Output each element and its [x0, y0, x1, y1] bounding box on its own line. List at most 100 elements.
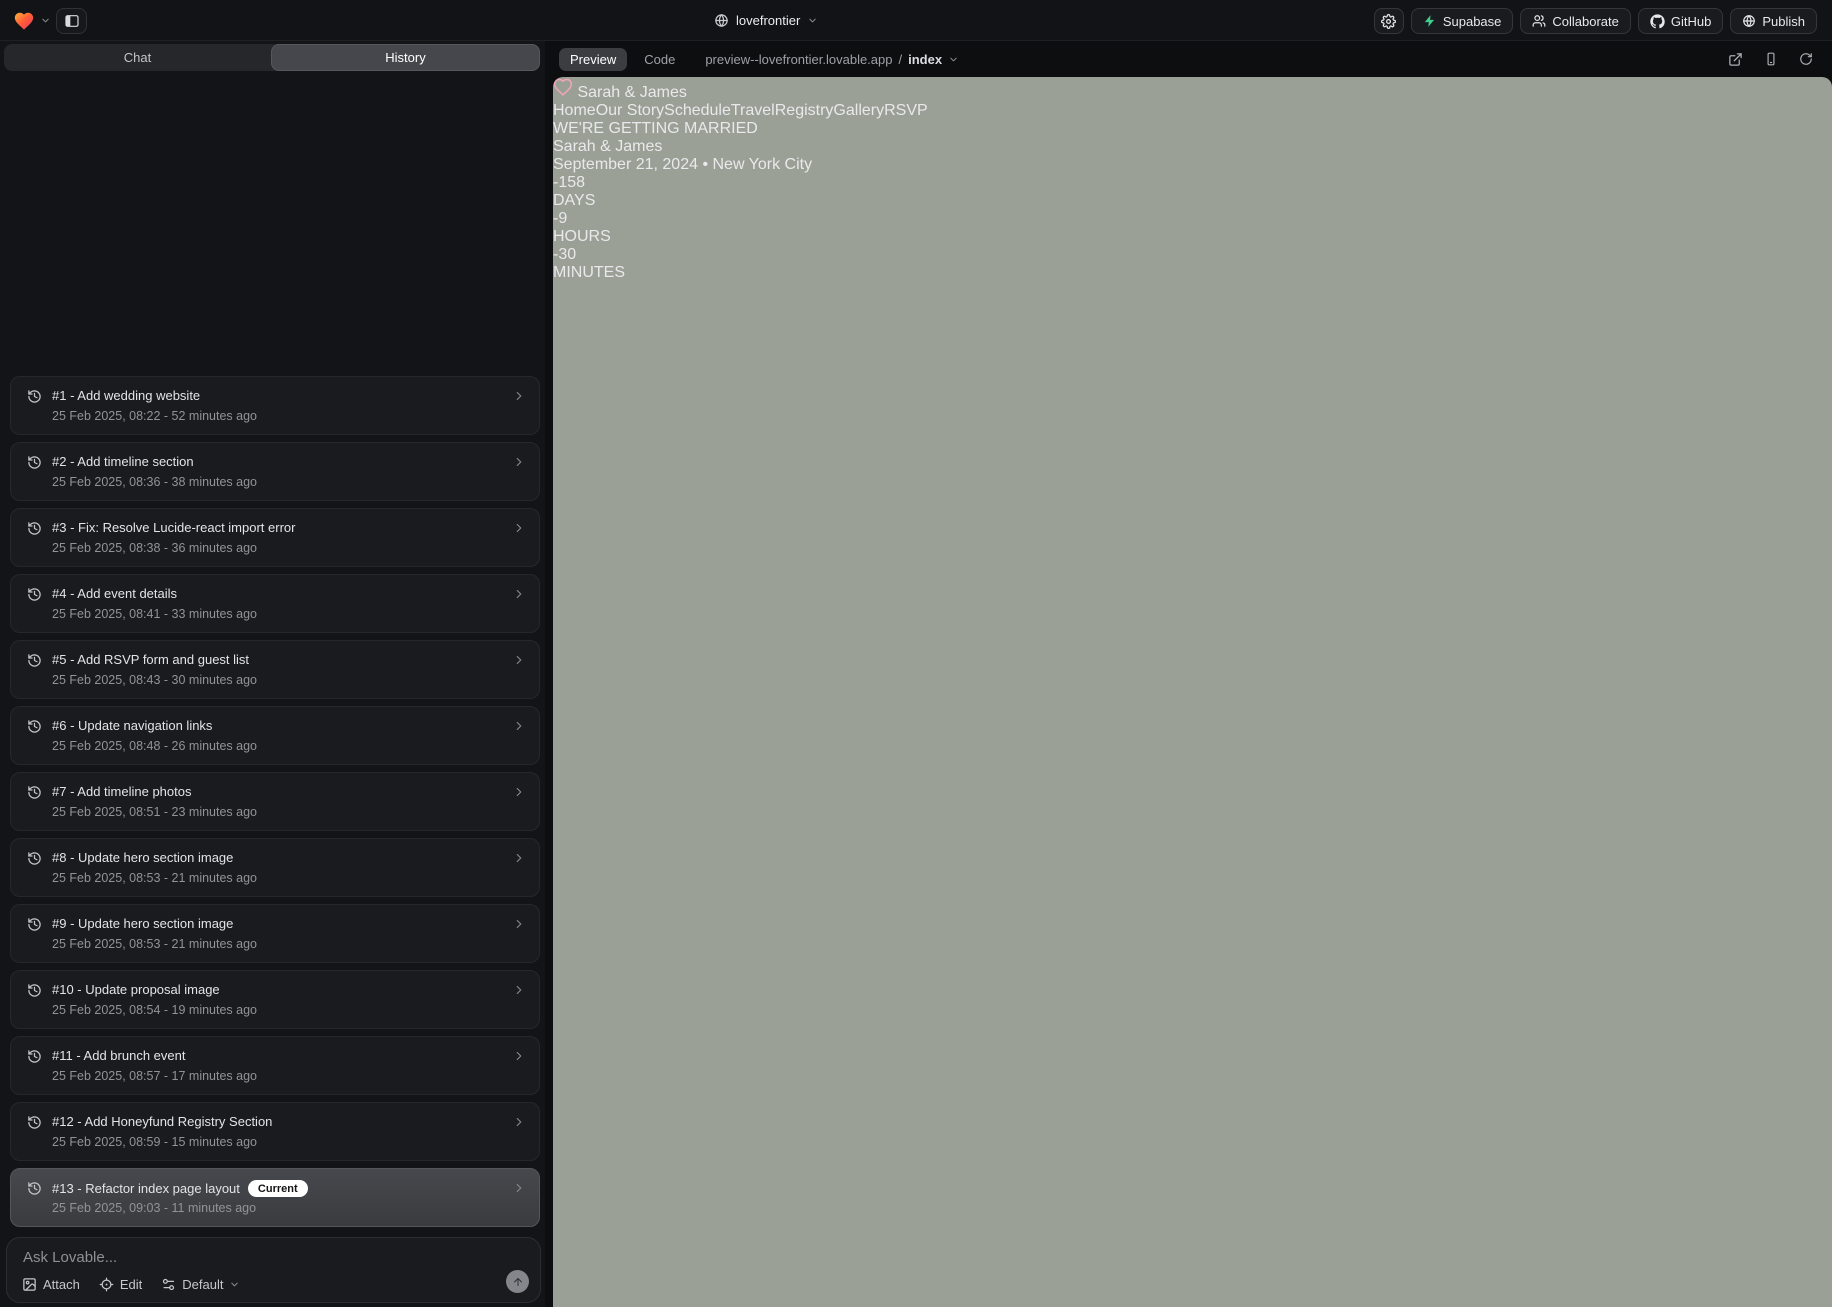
history-item[interactable]: #12 - Add Honeyfund Registry Section 25 … — [10, 1102, 540, 1161]
history-item-title: #2 - Add timeline section — [52, 454, 194, 469]
supabase-bolt-icon — [1423, 14, 1437, 28]
lovable-heart-logo[interactable] — [13, 10, 35, 32]
mode-select[interactable]: Default — [161, 1277, 240, 1292]
history-item[interactable]: #13 - Refactor index page layout Current… — [10, 1168, 540, 1227]
history-item[interactable]: #6 - Update navigation links 25 Feb 2025… — [10, 706, 540, 765]
history-item-time: 25 Feb 2025, 08:53 - 21 minutes ago — [52, 871, 257, 885]
history-icon — [27, 983, 42, 998]
history-item-title-row: #11 - Add brunch event — [52, 1048, 185, 1063]
top-bar: lovefrontier Supabase Collaborate GitHub… — [0, 0, 1832, 41]
external-link-icon[interactable] — [1728, 52, 1743, 67]
chevron-right-icon — [512, 1115, 526, 1129]
history-item-time: 25 Feb 2025, 08:53 - 21 minutes ago — [52, 937, 257, 951]
supabase-button[interactable]: Supabase — [1411, 8, 1514, 34]
panel-left-icon — [64, 13, 80, 29]
globe-icon — [1742, 14, 1756, 28]
history-item[interactable]: #9 - Update hero section image 25 Feb 20… — [10, 904, 540, 963]
tab-history[interactable]: History — [271, 44, 540, 71]
history-icon — [27, 1115, 42, 1130]
chat-input[interactable]: Ask Lovable... — [23, 1249, 117, 1266]
history-list: #1 - Add wedding website 25 Feb 2025, 08… — [10, 376, 540, 1234]
tab-preview[interactable]: Preview — [559, 48, 627, 71]
project-switcher[interactable]: lovefrontier — [714, 0, 818, 41]
tab-chat[interactable]: Chat — [4, 44, 271, 71]
lovable-logo-group[interactable] — [13, 0, 51, 41]
chat-composer[interactable]: Ask Lovable... Attach Edit Default — [6, 1237, 541, 1303]
settings-sliders-icon — [161, 1277, 176, 1292]
history-item[interactable]: #8 - Update hero section image 25 Feb 20… — [10, 838, 540, 897]
history-item-title: #12 - Add Honeyfund Registry Section — [52, 1114, 272, 1129]
preview-url[interactable]: preview--lovefrontier.lovable.app / inde… — [705, 52, 959, 67]
attach-button[interactable]: Attach — [22, 1277, 80, 1292]
arrow-up-icon — [512, 1276, 524, 1288]
image-icon — [22, 1277, 37, 1292]
preview-viewport: Sarah & James HomeOur StoryScheduleTrave… — [553, 77, 1832, 1307]
history-item-title: #1 - Add wedding website — [52, 388, 200, 403]
history-item[interactable]: #4 - Add event details 25 Feb 2025, 08:4… — [10, 574, 540, 633]
preview-url-separator: / — [898, 52, 902, 67]
settings-button[interactable] — [1374, 8, 1404, 34]
history-item-time: 25 Feb 2025, 08:38 - 36 minutes ago — [52, 541, 257, 555]
history-item-title: #8 - Update hero section image — [52, 850, 233, 865]
edit-button[interactable]: Edit — [99, 1277, 142, 1292]
history-item[interactable]: #7 - Add timeline photos 25 Feb 2025, 08… — [10, 772, 540, 831]
preview-url-host: preview--lovefrontier.lovable.app — [705, 52, 892, 67]
history-item-time: 25 Feb 2025, 08:43 - 30 minutes ago — [52, 673, 257, 687]
history-item-time: 25 Feb 2025, 08:51 - 23 minutes ago — [52, 805, 257, 819]
sidebar-toggle-button[interactable] — [56, 8, 87, 34]
chevron-down-icon — [948, 54, 959, 65]
history-item[interactable]: #11 - Add brunch event 25 Feb 2025, 08:5… — [10, 1036, 540, 1095]
history-item-title-row: #5 - Add RSVP form and guest list — [52, 652, 249, 667]
chevron-right-icon — [512, 1049, 526, 1063]
history-item-title-row: #13 - Refactor index page layout Current — [52, 1180, 308, 1197]
topbar-actions: Supabase Collaborate GitHub Publish — [1374, 8, 1817, 34]
target-icon — [99, 1277, 114, 1292]
history-item-title-row: #1 - Add wedding website — [52, 388, 200, 403]
smartphone-icon[interactable] — [1764, 52, 1778, 66]
preview-toolbar: Preview Code preview--lovefrontier.lovab… — [545, 41, 1832, 77]
publish-button[interactable]: Publish — [1730, 8, 1817, 34]
chevron-right-icon — [512, 851, 526, 865]
tab-code[interactable]: Code — [644, 52, 675, 67]
history-item[interactable]: #5 - Add RSVP form and guest list 25 Feb… — [10, 640, 540, 699]
history-item[interactable]: #2 - Add timeline section 25 Feb 2025, 0… — [10, 442, 540, 501]
history-item-title: #13 - Refactor index page layout — [52, 1181, 240, 1196]
history-item-title: #6 - Update navigation links — [52, 718, 212, 733]
chevron-right-icon — [512, 719, 526, 733]
history-icon — [27, 785, 42, 800]
users-icon — [1532, 14, 1546, 28]
publish-label: Publish — [1762, 14, 1805, 29]
chevron-right-icon — [512, 521, 526, 535]
collaborate-button[interactable]: Collaborate — [1520, 8, 1631, 34]
refresh-icon[interactable] — [1799, 52, 1813, 66]
history-item-title-row: #3 - Fix: Resolve Lucide-react import er… — [52, 520, 295, 535]
history-icon — [27, 1049, 42, 1064]
chevron-right-icon — [512, 983, 526, 997]
send-button[interactable] — [506, 1270, 529, 1293]
github-icon — [1650, 14, 1665, 29]
current-badge: Current — [248, 1180, 308, 1197]
chevron-right-icon — [512, 917, 526, 931]
history-item[interactable]: #10 - Update proposal image 25 Feb 2025,… — [10, 970, 540, 1029]
history-item[interactable]: #1 - Add wedding website 25 Feb 2025, 08… — [10, 376, 540, 435]
history-item-title-row: #8 - Update hero section image — [52, 850, 233, 865]
history-item-title: #4 - Add event details — [52, 586, 177, 601]
github-button[interactable]: GitHub — [1638, 8, 1723, 34]
history-icon — [27, 587, 42, 602]
history-item[interactable]: #3 - Fix: Resolve Lucide-react import er… — [10, 508, 540, 567]
history-item-time: 25 Feb 2025, 08:48 - 26 minutes ago — [52, 739, 257, 753]
mode-label: Default — [182, 1277, 223, 1292]
chevron-down-icon — [807, 15, 818, 26]
sky — [553, 77, 1832, 1307]
history-icon — [27, 917, 42, 932]
history-item-title-row: #9 - Update hero section image — [52, 916, 233, 931]
history-item-title-row: #12 - Add Honeyfund Registry Section — [52, 1114, 272, 1129]
chevron-right-icon — [512, 785, 526, 799]
history-item-time: 25 Feb 2025, 08:57 - 17 minutes ago — [52, 1069, 257, 1083]
history-icon — [27, 653, 42, 668]
chevron-right-icon — [512, 587, 526, 601]
globe-icon — [714, 13, 729, 28]
history-item-title: #5 - Add RSVP form and guest list — [52, 652, 249, 667]
history-item-title-row: #7 - Add timeline photos — [52, 784, 191, 799]
history-item-title: #3 - Fix: Resolve Lucide-react import er… — [52, 520, 295, 535]
